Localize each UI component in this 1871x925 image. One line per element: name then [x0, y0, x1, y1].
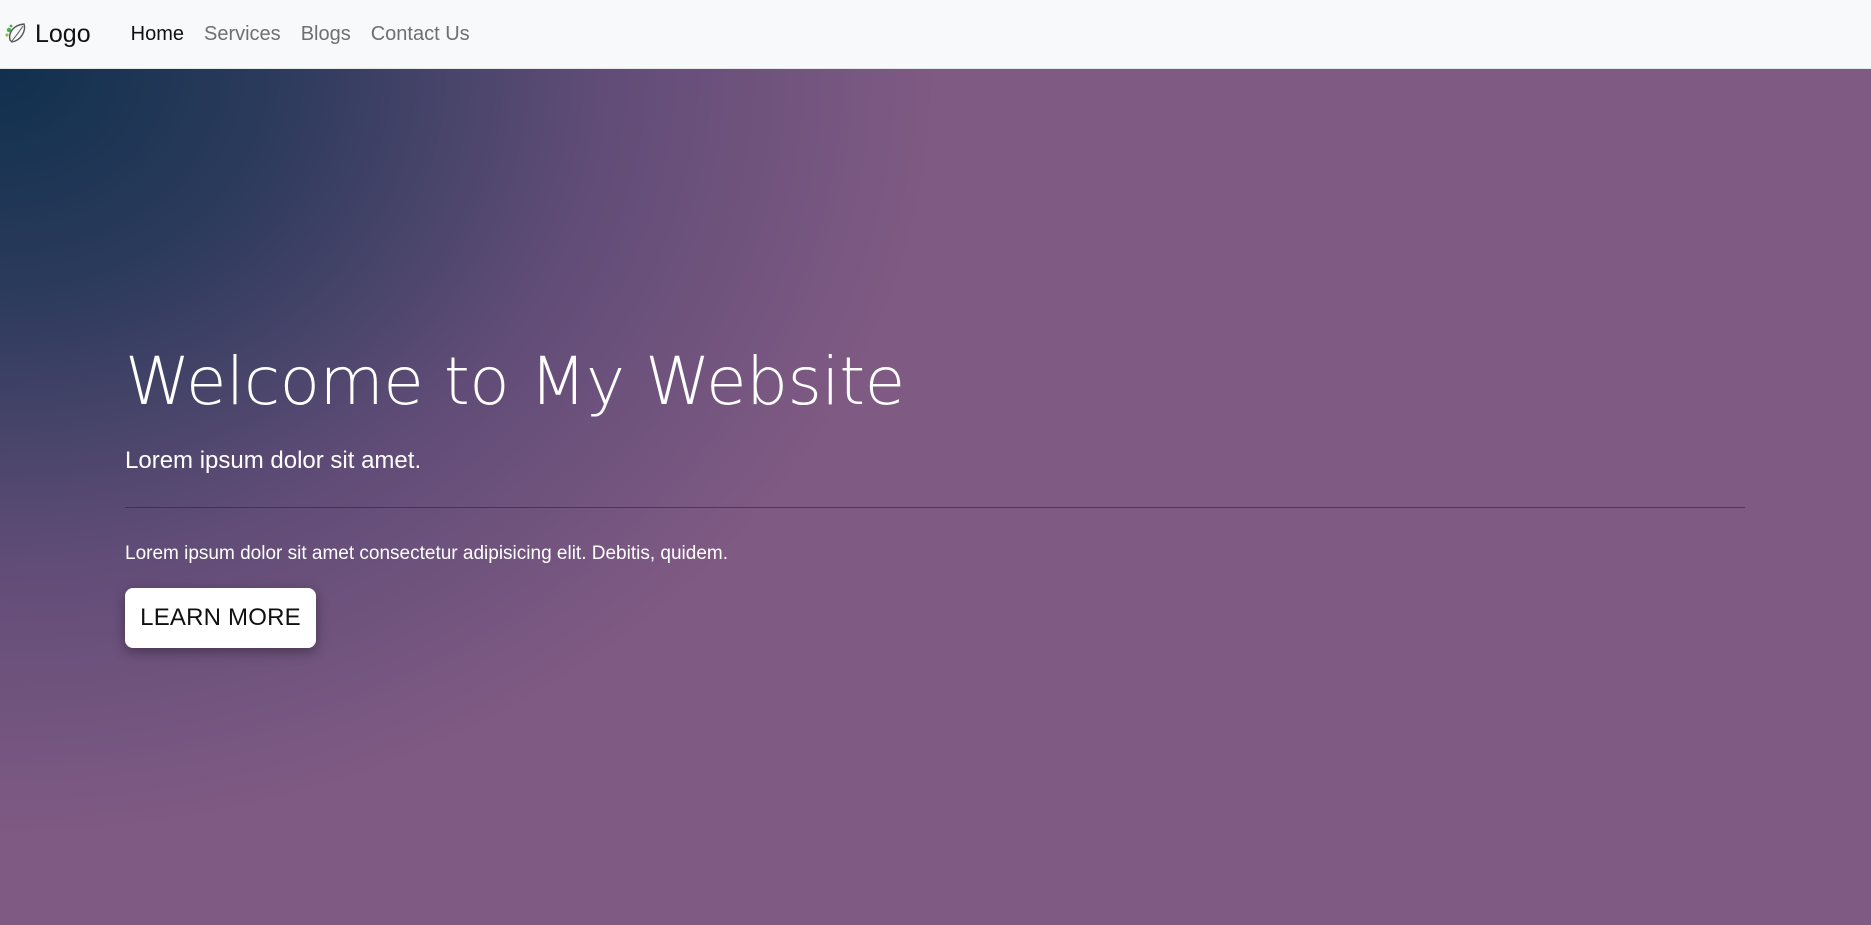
top-navbar: Logo Home Services Blogs Contact Us	[0, 0, 1871, 69]
brand-logo-link[interactable]: Logo	[2, 18, 91, 50]
nav-link-blogs[interactable]: Blogs	[291, 23, 361, 46]
nav-link-home[interactable]: Home	[121, 23, 194, 46]
learn-more-button[interactable]: LEARN MORE	[125, 588, 316, 648]
nav-link-contact-us[interactable]: Contact Us	[361, 23, 480, 46]
leaf-logo-icon	[2, 18, 34, 50]
brand-label: Logo	[35, 19, 91, 48]
hero-divider	[125, 507, 1745, 508]
nav-link-services[interactable]: Services	[194, 23, 291, 46]
nav-menu: Home Services Blogs Contact Us	[121, 23, 480, 46]
hero-section: Welcome to My Website Lorem ipsum dolor …	[0, 69, 1871, 925]
hero-body-text: Lorem ipsum dolor sit amet consectetur a…	[125, 543, 728, 564]
hero-title: Welcome to My Website	[125, 343, 905, 420]
hero-subtitle: Lorem ipsum dolor sit amet.	[125, 447, 422, 474]
